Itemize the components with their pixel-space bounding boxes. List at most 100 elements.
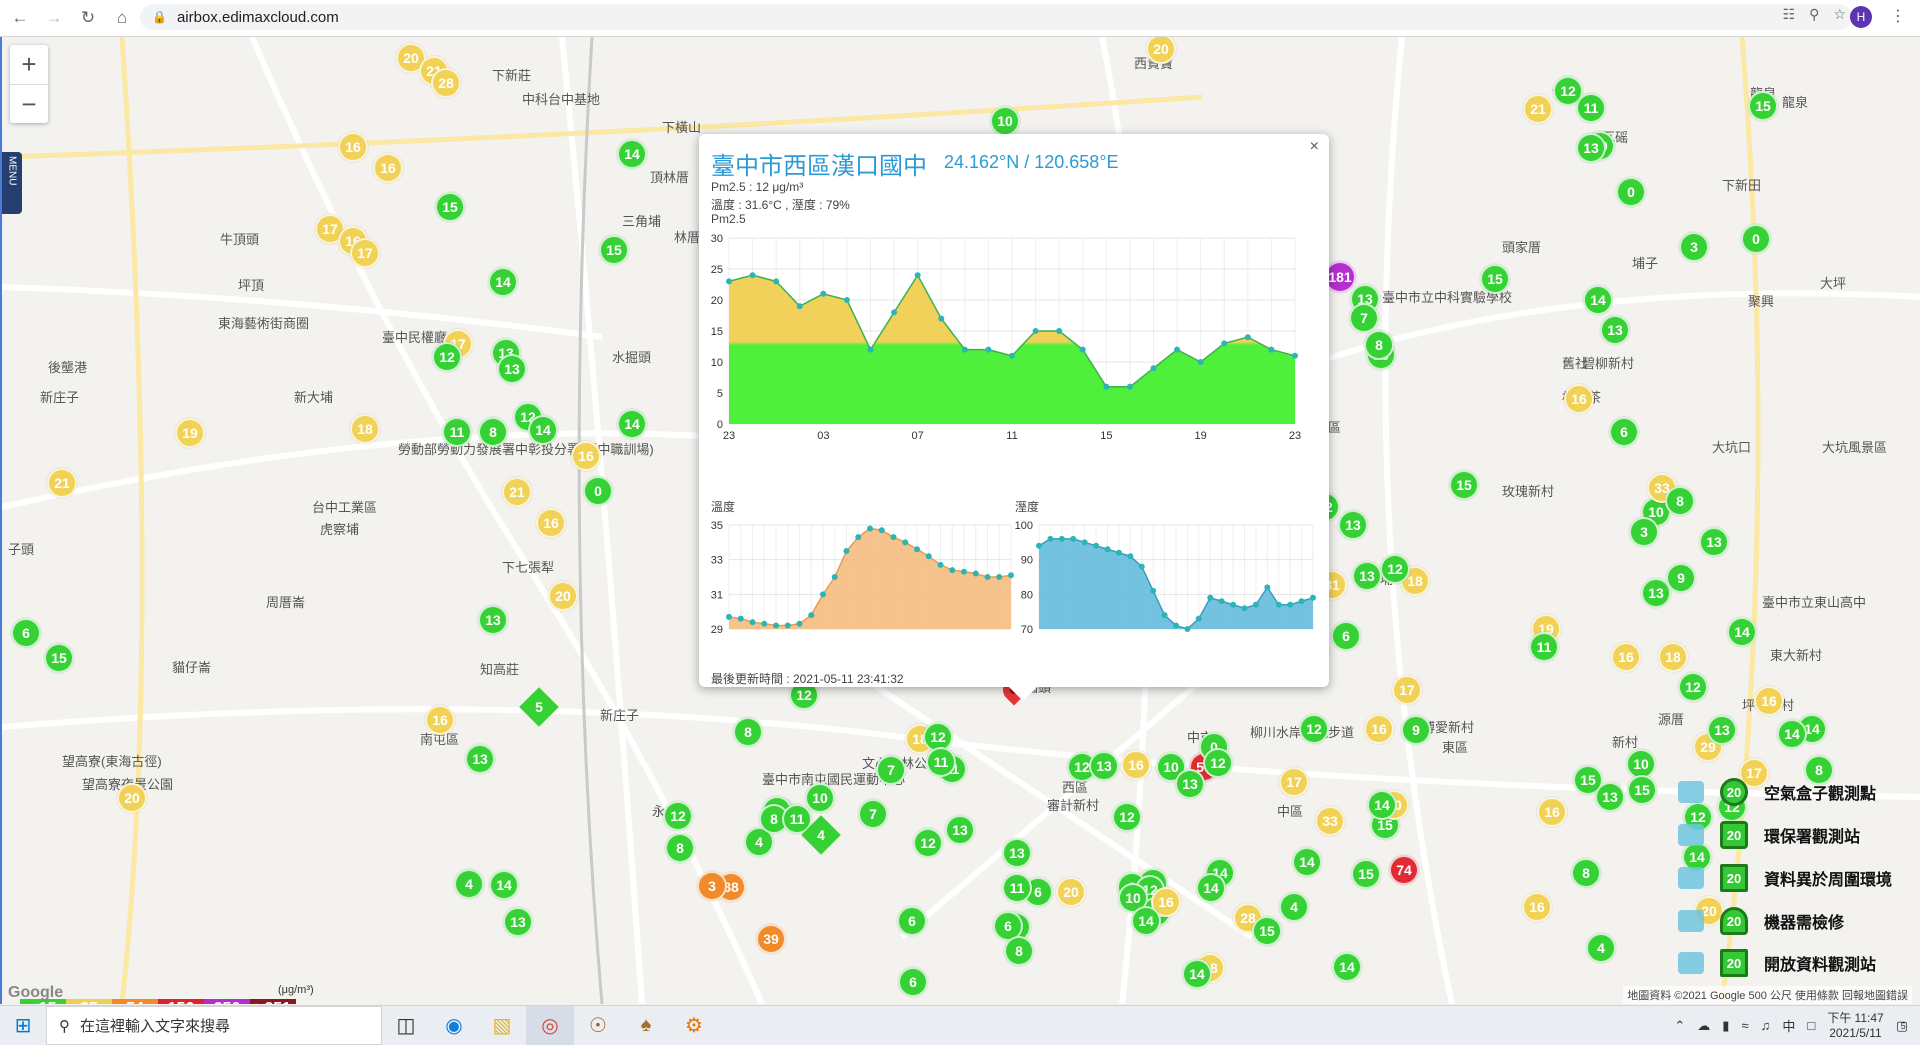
airbox-marker[interactable]: 15 <box>44 643 74 673</box>
airbox-marker[interactable]: 15 <box>1252 916 1282 946</box>
airbox-marker[interactable]: 8 <box>733 717 763 747</box>
airbox-marker[interactable]: 15 <box>435 192 465 222</box>
airbox-marker[interactable]: 12 <box>1112 802 1142 832</box>
airbox-marker[interactable]: 16 <box>571 441 601 471</box>
airbox-marker[interactable]: 8 <box>1004 936 1034 966</box>
airbox-marker[interactable]: 6 <box>1331 621 1361 651</box>
airbox-marker[interactable]: 12 <box>1678 672 1708 702</box>
airbox-marker[interactable]: 16 <box>536 508 566 538</box>
airbox-marker[interactable]: 20 <box>1056 877 1086 907</box>
app-icon-2[interactable]: ♠ <box>622 1006 670 1045</box>
airbox-marker[interactable]: 13 <box>465 744 495 774</box>
airbox-marker[interactable]: 21 <box>1523 94 1553 124</box>
airbox-marker[interactable]: 6 <box>898 967 928 997</box>
airbox-marker[interactable]: 6 <box>1609 417 1639 447</box>
airbox-marker[interactable]: 8 <box>665 833 695 863</box>
airbox-marker[interactable]: 16 <box>1754 686 1784 716</box>
airbox-marker[interactable]: 16 <box>1611 642 1641 672</box>
address-bar[interactable]: 🔒 airbox.edimaxcloud.com ☷ ⚲ ☆ <box>140 4 1852 30</box>
airbox-marker[interactable]: 14 <box>1777 719 1807 749</box>
app-icon-1[interactable]: ☉ <box>574 1006 622 1045</box>
zoom-icon[interactable]: ⚲ <box>1809 6 1819 23</box>
airbox-marker[interactable]: 19 <box>175 418 205 448</box>
airbox-marker[interactable]: 13 <box>1707 715 1737 745</box>
airbox-marker[interactable]: 16 <box>1121 750 1151 780</box>
airbox-marker[interactable]: 11 <box>442 417 472 447</box>
airbox-marker[interactable]: 16 <box>425 705 455 735</box>
airbox-marker[interactable]: 21 <box>47 468 77 498</box>
airbox-marker[interactable]: 13 <box>1600 315 1630 345</box>
airbox-marker[interactable]: 14 <box>1182 959 1212 989</box>
zoom-out-button[interactable]: − <box>10 85 48 124</box>
airbox-marker[interactable]: 13 <box>1089 751 1119 781</box>
airbox-marker[interactable]: 13 <box>1175 769 1205 799</box>
menu-tab[interactable]: MENU <box>2 152 22 214</box>
airbox-marker[interactable]: 7 <box>876 755 906 785</box>
tray-chevron-icon[interactable]: ⌃ <box>1674 1018 1685 1034</box>
airbox-marker[interactable]: 13 <box>1338 510 1368 540</box>
airbox-marker[interactable]: 17 <box>1279 767 1309 797</box>
airbox-marker[interactable]: 0 <box>1616 177 1646 207</box>
airbox-marker[interactable]: 13 <box>1576 133 1606 163</box>
airbox-marker[interactable]: 14 <box>489 870 519 900</box>
airbox-marker[interactable]: 14 <box>617 409 647 439</box>
airbox-marker[interactable]: 21 <box>502 477 532 507</box>
airbox-marker[interactable]: 15 <box>1748 91 1778 121</box>
airbox-marker[interactable]: 13 <box>497 354 527 384</box>
airbox-marker[interactable]: 0 <box>1741 224 1771 254</box>
airbox-marker[interactable]: 13 <box>478 605 508 635</box>
airbox-marker[interactable]: 7 <box>1349 303 1379 333</box>
airbox-marker[interactable]: 3 <box>697 871 727 901</box>
airbox-marker[interactable]: 15 <box>1627 775 1657 805</box>
airbox-marker[interactable]: 20 <box>548 581 578 611</box>
blender-icon[interactable]: ⚙ <box>670 1006 718 1045</box>
airbox-marker[interactable]: 9 <box>1401 715 1431 745</box>
airbox-marker[interactable]: 20 <box>117 783 147 813</box>
airbox-marker[interactable]: 14 <box>1292 847 1322 877</box>
airbox-marker[interactable]: 15 <box>1480 264 1510 294</box>
airbox-marker[interactable]: 12 <box>432 342 462 372</box>
airbox-marker[interactable]: 11 <box>926 747 956 777</box>
taskbar-search[interactable]: ⚲ 在這裡輸入文字來搜尋 <box>46 1006 382 1045</box>
airbox-marker[interactable]: 3 <box>1679 232 1709 262</box>
file-explorer-icon[interactable]: ▧ <box>478 1006 526 1045</box>
back-icon[interactable]: ← <box>6 4 34 32</box>
airbox-marker[interactable]: 13 <box>1699 527 1729 557</box>
airbox-marker[interactable]: 9 <box>1666 563 1696 593</box>
airbox-marker[interactable]: 16 <box>338 132 368 162</box>
map-attribution[interactable]: 地圖資料 ©2021 Google 500 公尺 使用條款 回報地圖錯誤 <box>1623 986 1912 1004</box>
airbox-marker[interactable]: 28 <box>431 68 461 98</box>
airbox-marker[interactable]: 4 <box>1586 933 1616 963</box>
airbox-marker[interactable]: 18 <box>350 414 380 444</box>
airbox-marker[interactable]: 12 <box>1203 748 1233 778</box>
station-diamond-marker[interactable]: 4 <box>801 815 841 855</box>
airbox-marker[interactable]: 12 <box>1299 714 1329 744</box>
network-icon[interactable]: ☁ <box>1697 1018 1710 1034</box>
ime-mode-icon[interactable]: □ <box>1807 1018 1815 1033</box>
airbox-marker[interactable]: 8 <box>478 417 508 447</box>
airbox-marker[interactable]: 13 <box>503 907 533 937</box>
airbox-marker[interactable]: 8 <box>1364 330 1394 360</box>
airbox-marker[interactable]: 11 <box>1002 873 1032 903</box>
battery-icon[interactable]: ▮ <box>1722 1018 1729 1034</box>
windows-start-icon[interactable]: ⊞ <box>0 1013 46 1038</box>
airbox-marker[interactable]: 14 <box>528 415 558 445</box>
translate-icon[interactable]: ☷ <box>1783 6 1796 23</box>
home-icon[interactable]: ⌂ <box>108 4 136 32</box>
airbox-marker[interactable]: 0 <box>583 476 613 506</box>
airbox-marker[interactable]: 14 <box>1727 617 1757 647</box>
airbox-marker[interactable]: 14 <box>1583 285 1613 315</box>
airbox-marker[interactable]: 14 <box>1332 952 1362 982</box>
profile-avatar[interactable]: H <box>1850 6 1872 28</box>
airbox-marker[interactable]: 13 <box>1002 838 1032 868</box>
airbox-marker[interactable]: 17 <box>1392 675 1422 705</box>
airbox-marker[interactable]: 33 <box>1315 806 1345 836</box>
airbox-marker[interactable]: 12 <box>663 801 693 831</box>
wifi-icon[interactable]: ≈ <box>1741 1018 1748 1033</box>
airbox-marker[interactable]: 14 <box>488 267 518 297</box>
airbox-marker[interactable]: 10 <box>990 106 1020 136</box>
reload-icon[interactable]: ↻ <box>74 4 102 32</box>
edge-icon[interactable]: ◉ <box>430 1006 478 1045</box>
chrome-icon[interactable]: ◎ <box>526 1006 574 1045</box>
airbox-marker[interactable]: 18 <box>1658 642 1688 672</box>
